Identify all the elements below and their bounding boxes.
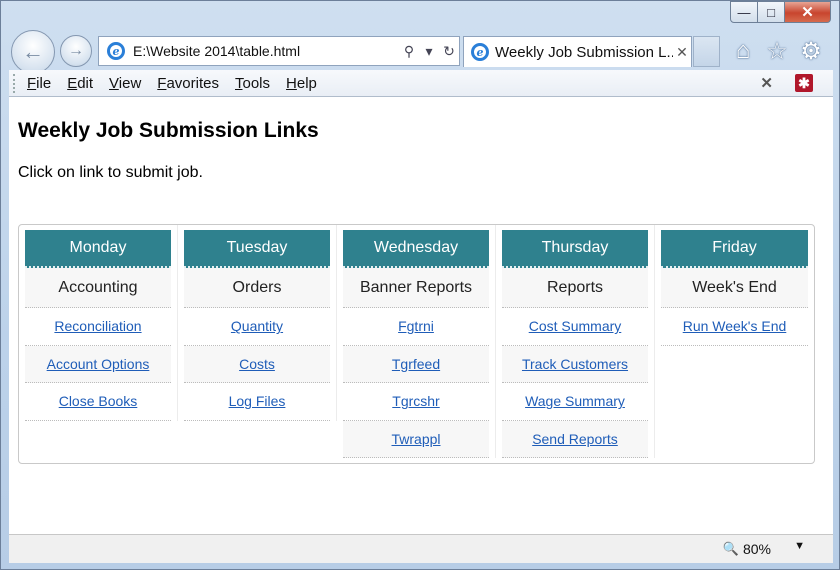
menu-tools[interactable]: Tools xyxy=(235,75,270,92)
day-header: Wednesday xyxy=(343,230,489,268)
forward-button[interactable]: → xyxy=(60,35,92,67)
close-window-button[interactable]: ✕ xyxy=(785,1,831,23)
browser-window: — □ ✕ ← → e E:\Website 2014\table.html ⚲… xyxy=(0,0,840,570)
job-link[interactable]: Cost Summary xyxy=(529,318,622,334)
list-item: Track Customers xyxy=(502,345,648,383)
list-item: Account Options xyxy=(25,345,171,383)
list-item: Twrappl xyxy=(343,420,489,458)
menu-favorites[interactable]: Favorites xyxy=(157,75,219,92)
arrow-right-icon: → xyxy=(68,42,84,59)
zoom-icon: 🔍 xyxy=(722,541,739,556)
list-item: Reconciliation xyxy=(25,308,171,346)
job-link[interactable]: Tgrfeed xyxy=(392,356,440,372)
day-header: Tuesday xyxy=(184,230,330,268)
new-tab-button[interactable] xyxy=(693,36,720,67)
job-link[interactable]: Account Options xyxy=(47,356,150,372)
column-monday: Monday Accounting Reconciliation Account… xyxy=(19,225,178,421)
window-controls: — □ ✕ xyxy=(730,1,831,23)
job-link[interactable]: Send Reports xyxy=(532,431,618,447)
menu-bar: File Edit View Favorites Tools Help ✕ ✱ xyxy=(9,70,833,97)
back-button[interactable]: ← xyxy=(11,30,55,74)
star-icon[interactable]: ☆ xyxy=(763,37,791,65)
category-label: Accounting xyxy=(25,268,171,308)
column-friday: Friday Week's End Run Week's End xyxy=(655,225,814,346)
list-item: Quantity xyxy=(184,308,330,346)
refresh-icon[interactable]: ↻ xyxy=(439,43,459,60)
maximize-button[interactable]: □ xyxy=(758,1,785,23)
zoom-level: 80% xyxy=(742,541,771,557)
list-item: Send Reports xyxy=(502,420,648,458)
search-icon[interactable]: ⚲ xyxy=(399,43,419,60)
list-item: Log Files xyxy=(184,383,330,421)
menu-view[interactable]: View xyxy=(109,75,141,92)
job-link[interactable]: Track Customers xyxy=(522,356,628,372)
job-link[interactable]: Reconciliation xyxy=(54,318,141,334)
day-header: Monday xyxy=(25,230,171,268)
job-links-table: Monday Accounting Reconciliation Account… xyxy=(18,224,815,464)
tab-active[interactable]: e Weekly Job Submission L... ✕ xyxy=(463,36,692,67)
zoom-control[interactable]: 🔍 80% xyxy=(723,541,771,557)
gear-icon[interactable]: ⚙ xyxy=(797,37,825,65)
address-bar[interactable]: e E:\Website 2014\table.html ⚲ ▾ ↻ xyxy=(98,36,460,66)
page-content: Weekly Job Submission Links Click on lin… xyxy=(9,97,833,534)
page-title: Weekly Job Submission Links xyxy=(18,119,319,142)
category-label: Orders xyxy=(184,268,330,308)
address-url[interactable]: E:\Website 2014\table.html xyxy=(133,43,399,59)
job-link[interactable]: Run Week's End xyxy=(683,318,787,334)
dropdown-arrow-icon[interactable]: ▾ xyxy=(419,43,439,60)
list-item: Wage Summary xyxy=(502,383,648,421)
status-bar: 🔍 80% ▼ xyxy=(9,534,833,563)
menu-grip xyxy=(13,73,17,93)
zoom-dropdown-icon[interactable]: ▼ xyxy=(794,540,805,552)
addon-icon[interactable]: ✱ xyxy=(795,74,813,92)
toolbar-right: ⌂ ☆ ⚙ xyxy=(729,37,825,65)
category-label: Reports xyxy=(502,268,648,308)
job-link[interactable]: Twrappl xyxy=(391,431,440,447)
page-subtitle: Click on link to submit job. xyxy=(18,164,203,181)
ie-tab-icon: e xyxy=(471,43,489,61)
arrow-left-icon: ← xyxy=(22,39,44,64)
column-tuesday: Tuesday Orders Quantity Costs Log Files xyxy=(178,225,337,421)
home-icon[interactable]: ⌂ xyxy=(729,37,757,65)
category-label: Week's End xyxy=(661,268,808,308)
day-header: Thursday xyxy=(502,230,648,268)
list-item: Run Week's End xyxy=(661,308,808,346)
job-link[interactable]: Quantity xyxy=(231,318,283,334)
job-link[interactable]: Wage Summary xyxy=(525,393,625,409)
list-item: Tgrfeed xyxy=(343,345,489,383)
category-label: Banner Reports xyxy=(343,268,489,308)
list-item: Tgrcshr xyxy=(343,383,489,421)
job-link[interactable]: Close Books xyxy=(59,393,138,409)
menu-help[interactable]: Help xyxy=(286,75,317,92)
list-item: Costs xyxy=(184,345,330,383)
job-link[interactable]: Tgrcshr xyxy=(392,393,439,409)
close-menu-icon[interactable]: ✕ xyxy=(760,74,773,92)
list-item: Close Books xyxy=(25,383,171,421)
column-thursday: Thursday Reports Cost Summary Track Cust… xyxy=(496,225,655,458)
minimize-button[interactable]: — xyxy=(730,1,758,23)
list-item: Cost Summary xyxy=(502,308,648,346)
tab-close-icon[interactable]: ✕ xyxy=(673,44,691,61)
day-header: Friday xyxy=(661,230,808,268)
ie-page-icon: e xyxy=(107,42,125,60)
menu-file[interactable]: File xyxy=(27,75,51,92)
job-link[interactable]: Costs xyxy=(239,356,275,372)
tab-title: Weekly Job Submission L... xyxy=(495,43,673,61)
list-item: Fgtrni xyxy=(343,308,489,346)
column-wednesday: Wednesday Banner Reports Fgtrni Tgrfeed … xyxy=(337,225,496,458)
menu-edit[interactable]: Edit xyxy=(67,75,93,92)
job-link[interactable]: Fgtrni xyxy=(398,318,434,334)
job-link[interactable]: Log Files xyxy=(229,393,286,409)
